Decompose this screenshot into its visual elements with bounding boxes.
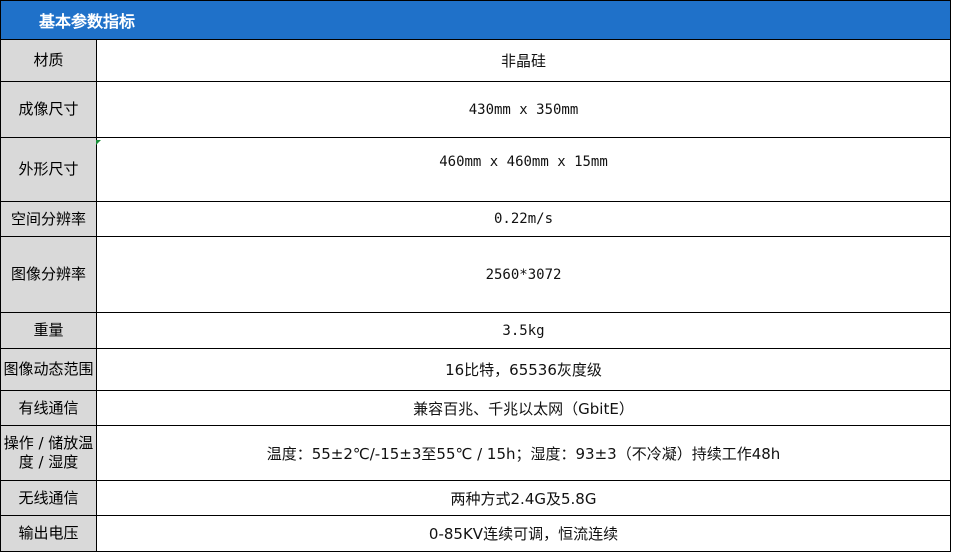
table-row: 材质 非晶硅: [0, 39, 952, 82]
row-value: 两种方式2.4G及5.8G: [95, 480, 952, 516]
row-value: 430mm x 350mm: [95, 81, 952, 138]
table-row: 图像动态范围 16比特，65536灰度级: [0, 348, 952, 391]
row-label: 图像分辨率: [0, 236, 97, 313]
row-value: 非晶硅: [95, 39, 952, 82]
table-row: 操作 / 储放温度 / 湿度 温度：55±2℃/-15±3至55℃ / 15h；…: [0, 425, 952, 481]
cell-comment-marker: [96, 140, 101, 145]
row-value: 兼容百兆、千兆以太网（GbitE）: [95, 390, 952, 426]
row-value: 0-85KV连续可调，恒流连续: [95, 515, 952, 552]
row-label: 无线通信: [0, 480, 97, 516]
table-row: 成像尺寸 430mm x 350mm: [0, 81, 952, 138]
row-value: 460mm x 460mm x 15mm: [95, 137, 952, 202]
table-row: 无线通信 两种方式2.4G及5.8G: [0, 480, 952, 516]
table-row: 输出电压 0-85KV连续可调，恒流连续: [0, 515, 952, 552]
row-value: 温度：55±2℃/-15±3至55℃ / 15h；湿度：93±3（不冷凝）持续工…: [95, 425, 952, 481]
table-row: 重量 3.5kg: [0, 312, 952, 349]
row-label: 图像动态范围: [0, 348, 97, 391]
table-title: 基本参数指标: [0, 0, 952, 40]
table-row: 空间分辨率 0.22m/s: [0, 201, 952, 237]
row-label: 成像尺寸: [0, 81, 97, 138]
table-header-row: 基本参数指标: [0, 0, 952, 40]
row-value: 2560*3072: [95, 236, 952, 313]
row-label: 空间分辨率: [0, 201, 97, 237]
row-label: 有线通信: [0, 390, 97, 426]
row-label: 材质: [0, 39, 97, 82]
row-value: 16比特，65536灰度级: [95, 348, 952, 391]
table-row: 有线通信 兼容百兆、千兆以太网（GbitE）: [0, 390, 952, 426]
row-value: 0.22m/s: [95, 201, 952, 237]
row-value: 3.5kg: [95, 312, 952, 349]
parameter-table: 基本参数指标 材质 非晶硅 成像尺寸 430mm x 350mm 外形尺寸 46…: [0, 0, 952, 552]
row-label: 输出电压: [0, 515, 97, 552]
table-row: 图像分辨率 2560*3072: [0, 236, 952, 313]
row-label: 外形尺寸: [0, 137, 97, 202]
spec-sheet: 基本参数指标 材质 非晶硅 成像尺寸 430mm x 350mm 外形尺寸 46…: [0, 0, 952, 555]
table-row: 外形尺寸 460mm x 460mm x 15mm: [0, 137, 952, 202]
row-label: 操作 / 储放温度 / 湿度: [0, 425, 97, 481]
row-label: 重量: [0, 312, 97, 349]
